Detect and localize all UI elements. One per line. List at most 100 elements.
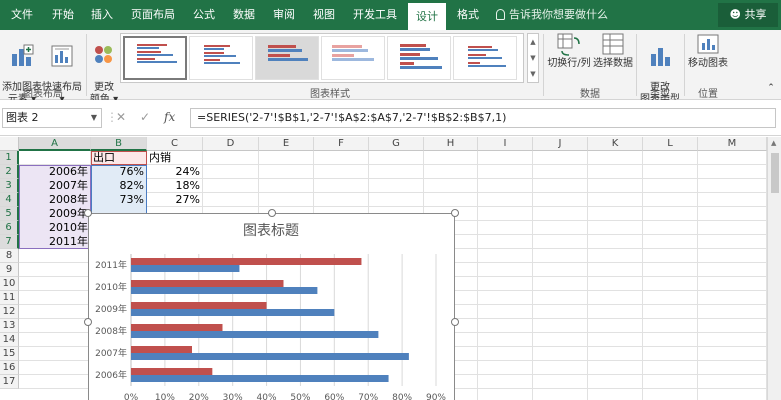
change-colors-button[interactable]: 更改 颜色 ▾ [88, 32, 120, 106]
collapse-ribbon-icon[interactable]: ⌃ [764, 82, 778, 94]
row-header-15[interactable]: 15 [0, 347, 19, 361]
column-header-j[interactable]: J [533, 137, 588, 151]
resize-handle[interactable] [84, 318, 92, 326]
bar-export-2011年[interactable] [131, 265, 240, 272]
tab-insert[interactable]: 插入 [82, 0, 122, 30]
row-header-16[interactable]: 16 [0, 361, 19, 375]
row-header-5[interactable]: 5 [0, 207, 19, 221]
tab-data[interactable]: 数据 [224, 0, 264, 30]
row-header-17[interactable]: 17 [0, 375, 19, 389]
chart-title[interactable]: 图表标题 [243, 223, 299, 239]
cell-a5[interactable]: 2009年 [19, 207, 91, 221]
chart-style-6[interactable] [453, 36, 517, 80]
row-header-11[interactable]: 11 [0, 291, 19, 305]
bar-domestic-2010年[interactable] [131, 280, 284, 287]
column-header-b[interactable]: B [91, 137, 147, 151]
column-header-f[interactable]: F [314, 137, 369, 151]
row-header-12[interactable]: 12 [0, 305, 19, 319]
tab-page-layout[interactable]: 页面布局 [122, 0, 184, 30]
enter-icon[interactable]: ✓ [140, 110, 150, 124]
chart-style-1[interactable] [123, 36, 187, 80]
move-chart-button[interactable]: 移动图表 [686, 32, 730, 70]
tab-home[interactable]: 开始 [44, 0, 82, 30]
row-header-4[interactable]: 4 [0, 193, 19, 207]
bar-domestic-2007年[interactable] [131, 346, 192, 353]
resize-handle[interactable] [267, 209, 276, 217]
column-header-a[interactable]: A [19, 137, 91, 151]
bar-export-2009年[interactable] [131, 309, 335, 316]
row-header-13[interactable]: 13 [0, 319, 19, 333]
gallery-scroll[interactable]: ▲ ▼ ▼ [527, 33, 539, 83]
bar-domestic-2008年[interactable] [131, 324, 223, 331]
column-header-k[interactable]: K [588, 137, 643, 151]
chart-style-2[interactable] [189, 36, 253, 80]
column-header-h[interactable]: H [424, 137, 478, 151]
select-data-button[interactable]: 选择数据 [592, 32, 634, 70]
gallery-more-icon[interactable]: ▼ [528, 66, 538, 82]
column-header-d[interactable]: D [203, 137, 259, 151]
resize-handle[interactable] [451, 318, 459, 326]
chart-style-5[interactable] [387, 36, 451, 80]
resize-handle[interactable] [84, 209, 92, 217]
cell-c3[interactable]: 18% [147, 179, 203, 193]
tab-view[interactable]: 视图 [304, 0, 344, 30]
row-header-10[interactable]: 10 [0, 277, 19, 291]
row-header-8[interactable]: 8 [0, 249, 19, 263]
scroll-thumb[interactable] [771, 153, 779, 193]
cell-a3[interactable]: 2007年 [19, 179, 91, 193]
tab-file[interactable]: 文件 [0, 0, 44, 30]
cell-b1[interactable]: 出口 [93, 151, 115, 165]
tab-developer[interactable]: 开发工具 [344, 0, 406, 30]
tell-me-search[interactable]: 告诉我你想要做什么 [496, 0, 608, 30]
cell-b3[interactable]: 82% [91, 179, 147, 193]
chart-style-3[interactable] [255, 36, 319, 80]
column-header-i[interactable]: I [478, 137, 533, 151]
row-header-6[interactable]: 6 [0, 221, 19, 235]
vertical-scrollbar[interactable]: ▲ [767, 137, 781, 400]
cancel-icon[interactable]: ✕ [116, 110, 126, 124]
tab-design[interactable]: 设计 [408, 3, 446, 30]
row-header-1[interactable]: 1 [0, 151, 19, 165]
formula-input[interactable]: =SERIES('2-7'!$B$1,'2-7'!$A$2:$A$7,'2-7'… [190, 108, 776, 128]
bar-export-2006年[interactable] [131, 375, 389, 382]
cell-a4[interactable]: 2008年 [19, 193, 91, 207]
insert-function-icon[interactable]: fx [164, 110, 175, 124]
bar-domestic-2006年[interactable] [131, 368, 213, 375]
column-header-g[interactable]: G [369, 137, 424, 151]
row-header-2[interactable]: 2 [0, 165, 19, 179]
column-header-m[interactable]: M [698, 137, 767, 151]
bar-export-2008年[interactable] [131, 331, 379, 338]
row-header-9[interactable]: 9 [0, 263, 19, 277]
tab-formulas[interactable]: 公式 [184, 0, 224, 30]
column-header-c[interactable]: C [147, 137, 203, 151]
cell-a7[interactable]: 2011年 [19, 235, 91, 249]
cell-a2[interactable]: 2006年 [19, 165, 91, 179]
bar-domestic-2011年[interactable] [131, 258, 362, 265]
share-button[interactable]: ☻ 共享 [718, 3, 778, 27]
cell-b2[interactable]: 76% [91, 165, 147, 179]
chart-style-4[interactable] [321, 36, 385, 80]
bar-export-2007年[interactable] [131, 353, 409, 360]
bar-domestic-2009年[interactable] [131, 302, 267, 309]
chart-object[interactable]: 图表标题 0% 10% 20% 30% 40% 50% 60% 70% 80% 90% 2006年 20… [88, 213, 455, 400]
scroll-up-icon[interactable]: ▲ [771, 139, 776, 147]
cell-a6[interactable]: 2010年 [19, 221, 91, 235]
row-header-3[interactable]: 3 [0, 179, 19, 193]
column-header-l[interactable]: L [643, 137, 698, 151]
select-all-corner[interactable] [0, 137, 19, 151]
name-box-dropdown-icon[interactable]: ▼ [91, 109, 97, 127]
cell-c4[interactable]: 27% [147, 193, 203, 207]
row-header-7[interactable]: 7 [0, 235, 19, 249]
name-box[interactable]: 图表 2 ▼ [2, 108, 102, 128]
column-header-e[interactable]: E [259, 137, 314, 151]
scroll-up-icon[interactable]: ▲ [528, 34, 538, 50]
tab-format[interactable]: 格式 [448, 0, 488, 30]
cell-c2[interactable]: 24% [147, 165, 203, 179]
switch-row-column-button[interactable]: 切换行/列 [546, 32, 592, 70]
cell-b4[interactable]: 73% [91, 193, 147, 207]
resize-handle[interactable] [451, 209, 459, 217]
tab-review[interactable]: 审阅 [264, 0, 304, 30]
scroll-down-icon[interactable]: ▼ [528, 50, 538, 66]
cell-c1[interactable]: 内销 [149, 151, 171, 165]
bar-export-2010年[interactable] [131, 287, 318, 294]
